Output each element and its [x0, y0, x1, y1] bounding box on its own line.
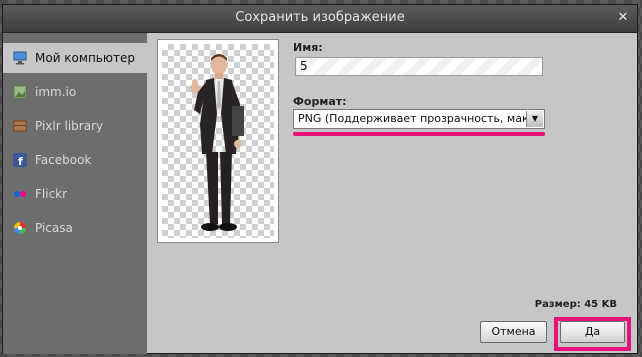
sidebar: Мой компьютер imm.io Pixlr library f Fac…	[3, 33, 147, 354]
svg-text:f: f	[18, 155, 23, 167]
format-dropdown[interactable]: PNG (Поддерживает прозрачность, макс ▼	[293, 109, 545, 129]
flickr-icon	[14, 191, 26, 197]
image-icon	[13, 85, 27, 99]
computer-icon	[13, 51, 27, 65]
sidebar-item-label: Мой компьютер	[35, 51, 135, 65]
ok-button[interactable]: Да	[560, 321, 625, 343]
chevron-down-icon[interactable]: ▼	[526, 111, 543, 127]
close-icon[interactable]: ✕	[615, 10, 631, 26]
library-icon	[13, 120, 27, 132]
name-field[interactable]: 5	[295, 57, 543, 76]
name-label: Имя:	[293, 41, 323, 54]
highlight-underline	[293, 132, 545, 136]
save-image-dialog: Сохранить изображение ✕ Мой компьютер im…	[2, 4, 638, 354]
format-label: Формат:	[293, 95, 347, 108]
format-selected-value: PNG (Поддерживает прозрачность, макс	[298, 112, 535, 125]
dialog-title: Сохранить изображение	[235, 10, 405, 25]
person-image	[190, 54, 244, 231]
cancel-button[interactable]: Отмена	[480, 321, 547, 343]
picasa-icon	[14, 222, 26, 234]
sidebar-item-picasa[interactable]: Picasa	[3, 213, 147, 243]
image-preview	[157, 39, 279, 243]
sidebar-item-label: Pixlr library	[35, 119, 104, 133]
sidebar-item-label: Picasa	[35, 221, 73, 235]
facebook-icon: f	[13, 153, 27, 167]
sidebar-item-pixlr-library[interactable]: Pixlr library	[3, 111, 147, 141]
transparency-checkerboard	[162, 44, 274, 238]
sidebar-item-label: Flickr	[35, 187, 68, 201]
sidebar-item-facebook[interactable]: f Facebook	[3, 145, 147, 175]
sidebar-item-flickr[interactable]: Flickr	[3, 179, 147, 209]
title-bar: Сохранить изображение ✕	[3, 5, 637, 33]
sidebar-item-my-computer[interactable]: Мой компьютер	[3, 43, 147, 73]
file-size-text: Размер: 45 KB	[534, 299, 617, 310]
sidebar-item-imm-io[interactable]: imm.io	[3, 77, 147, 107]
sidebar-item-label: Facebook	[35, 153, 92, 167]
sidebar-item-label: imm.io	[35, 85, 77, 99]
